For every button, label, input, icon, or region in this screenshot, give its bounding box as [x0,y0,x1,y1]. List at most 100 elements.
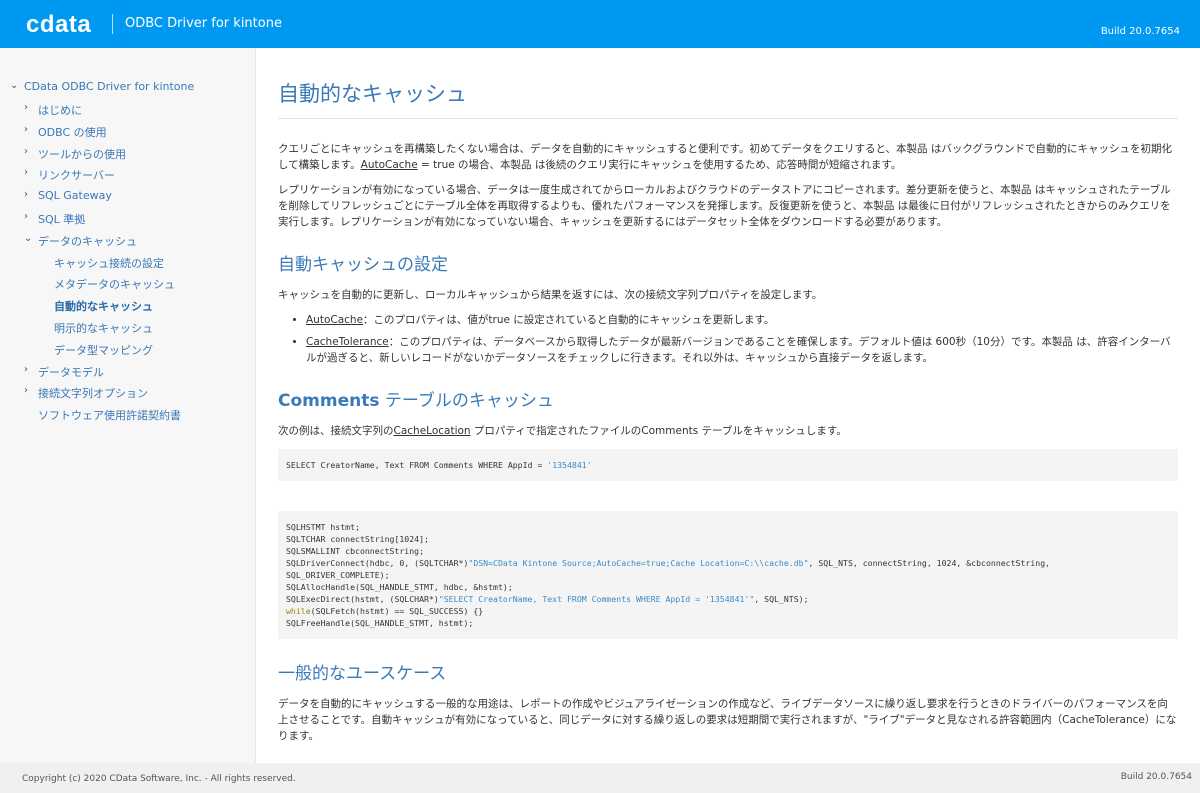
sidebar-item[interactable]: 自動的なキャッシュ [54,298,153,314]
sidebar-item-label: ツールからの使用 [38,147,126,161]
sidebar-item[interactable]: › リンクサーバー [24,167,115,183]
autocache-link[interactable]: AutoCache [361,159,418,171]
cdata-logo[interactable]: cdata [26,11,91,39]
section-heading: 一般的なユースケース [278,664,447,684]
sidebar-item-label: SQL Gateway [38,189,112,203]
paragraph: レプリケーションが有効になっている場合、データは一度生成されてからローカルおよび… [278,184,1171,228]
code-token: "SELECT CreatorName, Text FROM Comments … [438,594,755,604]
code-line: SQLDriverConnect(hdbc, 0, (SQLTCHAR*)"DS… [286,557,1170,569]
sidebar-root[interactable]: ⌄ CData ODBC Driver for kintone [10,80,195,93]
code-token: (SQLFetch(hstmt) == SQL_SUCCESS) {} [310,606,484,616]
code-line: SQLExecDirect(hstmt, (SQLCHAR*)"SELECT C… [286,593,1170,605]
sidebar-item-label: データのキャッシュ [38,234,137,248]
code-line: SQLSMALLINT cbconnectString; [286,545,1170,557]
chevron-right-icon: › [24,145,28,157]
code-text: SELECT CreatorName, Text FROM Comments W… [286,460,548,470]
property-list: AutoCache：このプロパティは、値がtrue に設定されていると自動的にキ… [306,312,1178,366]
cachelocation-link[interactable]: CacheLocation [394,425,471,437]
copyright: Copyright (c) 2020 CData Software, Inc. … [22,774,296,784]
code-token: SQLExecDirect(hstmt, (SQLCHAR*) [286,594,439,604]
chevron-right-icon: › [24,385,28,397]
sidebar-item[interactable]: › はじめに [24,102,82,118]
chevron-right-icon: › [24,189,28,201]
chevron-down-icon: ⌄ [10,80,19,91]
sidebar-item-label: リンクサーバー [38,169,115,183]
sidebar-item[interactable]: › ツールからの使用 [24,146,126,162]
list-item: CacheTolerance：このプロパティは、データベースから取得したデータが… [306,334,1178,366]
header-divider [112,14,113,34]
sidebar-item-label: データ型マッピング [54,343,153,357]
code-token: SQLAllocHandle(SQL_HANDLE_STMT, hdbc, &h… [286,582,513,592]
chevron-right-icon: › [24,211,28,222]
paragraph: クエリごとにキャッシュを再構築したくない場合は、データを自動的にキャッシュすると… [278,141,1178,173]
chevron-right-icon: › [24,167,28,179]
text: ：このプロパティは、値がtrue に設定されていると自動的にキャッシュを更新しま… [363,314,775,326]
sidebar-item-label: メタデータのキャッシュ [54,278,175,292]
sidebar-item[interactable]: データ型マッピング [54,342,153,358]
sidebar-item-label: データモデル [38,365,104,379]
code-token: while [286,606,311,616]
paragraph: データを自動的にキャッシュする一般的な用途は、レポートの作成やビジュアライゼーシ… [278,698,1177,742]
autocache-link[interactable]: AutoCache [306,314,363,326]
main-content: 自動的なキャッシュ クエリごとにキャッシュを再構築したくない場合は、データを自動… [278,48,1178,753]
sidebar-item[interactable]: キャッシュ接続の設定 [54,255,164,271]
chevron-right-icon: › [24,363,28,375]
sidebar-item[interactable]: ⌄ データのキャッシュ [24,233,137,249]
section-heading: Comments テーブルのキャッシュ [278,386,1178,411]
paragraph: 次の例は、接続文字列のCacheLocation プロパティで指定されたファイル… [278,423,1178,439]
chevron-down-icon: ⌄ [24,232,33,244]
sidebar-item[interactable]: ソフトウェア使用許諾契約書 [38,407,181,423]
sidebar-item-label: SQL 準拠 [38,213,86,226]
code-token: , SQL_NTS); [754,594,809,604]
code-block-c: SQLHSTMT hstmt; SQLTCHAR connectString[10… [278,511,1178,639]
sidebar-item[interactable]: メタデータのキャッシュ [54,276,175,292]
code-line: SQLAllocHandle(SQL_HANDLE_STMT, hdbc, &h… [286,581,1170,593]
sidebar-item[interactable]: 明示的なキャッシュ [54,320,153,336]
sidebar-item[interactable]: › 接続文字列オプション [24,385,148,401]
code-line: SQL_DRIVER_COMPLETE); [286,569,1170,581]
sidebar-item-label: ODBC の使用 [38,125,107,139]
code-line: SQLHSTMT hstmt; [286,521,1170,533]
sidebar-item[interactable]: › SQL Gateway [24,189,112,203]
sidebar-item[interactable]: › ODBC の使用 [24,124,107,140]
footer: Copyright (c) 2020 CData Software, Inc. … [0,763,1200,793]
build-version: Build 20.0.7654 [1100,26,1180,37]
chevron-right-icon: › [24,102,28,113]
sidebar-item-label: キャッシュ接続の設定 [54,256,164,270]
code-token: "DSN=CData Kintone Source;AutoCache=true… [468,558,809,568]
code-token: SQLDriverConnect(hdbc, 0, (SQLTCHAR*) [286,558,469,568]
text: プロパティで指定されたファイルのComments テーブルをキャッシュします。 [470,425,847,437]
section-heading: 自動キャッシュの設定 [278,255,448,275]
code-token: SQLHSTMT hstmt; [286,522,360,532]
sidebar-item-label: ソフトウェア使用許諾契約書 [38,409,181,423]
code-token: SQL_DRIVER_COMPLETE); [286,570,390,580]
sidebar-item-label: はじめに [38,104,82,117]
sidebar-item-label: 自動的なキャッシュ [54,300,153,314]
list-item: AutoCache：このプロパティは、値がtrue に設定されていると自動的にキ… [306,312,1178,328]
code-line: while(SQLFetch(hstmt) == SQL_SUCCESS) {} [286,605,1170,617]
cachetolerance-link[interactable]: CacheTolerance [306,336,389,348]
code-line: SQLFreeHandle(SQL_HANDLE_STMT, hstmt); [286,617,1170,629]
code-line: SQLTCHAR connectString[1024]; [286,533,1170,545]
text: テーブルのキャッシュ [379,391,554,411]
text: 次の例は、接続文字列の [278,425,394,437]
code-token: SQLSMALLINT cbconnectString; [286,546,425,556]
header: cdata ODBC Driver for kintone Build 20.0… [0,0,1200,48]
sidebar-item[interactable]: › SQL 準拠 [24,211,86,227]
text: ：このプロパティは、データベースから取得したデータが最新バージョンであることを確… [306,336,1171,364]
code-token: , SQL_NTS, connectString, 1024, &cbconne… [808,558,1051,568]
code-token: SQLFreeHandle(SQL_HANDLE_STMT, hstmt); [286,618,474,628]
code-token: SQLTCHAR connectString[1024]; [286,534,429,544]
sidebar-item-label: 接続文字列オプション [38,387,148,401]
paragraph: キャッシュを自動的に更新し、ローカルキャッシュから結果を返すには、次の接続文字列… [278,289,823,301]
sidebar-item[interactable]: › データモデル [24,364,104,380]
text: = true の場合、本製品 は後続のクエリ実行にキャッシュを使用するため、応答… [417,159,902,171]
code-string: '1354841' [547,460,592,470]
chevron-right-icon: › [24,123,28,135]
footer-build: Build 20.0.7654 [1120,772,1192,782]
sidebar-item-label: CData ODBC Driver for kintone [24,80,195,93]
product-title: ODBC Driver for kintone [125,16,282,31]
text: Comments [278,391,380,411]
sidebar-nav: ⌄ CData ODBC Driver for kintone › はじめに › OD… [0,48,256,763]
sidebar-item-label: 明示的なキャッシュ [54,322,153,335]
